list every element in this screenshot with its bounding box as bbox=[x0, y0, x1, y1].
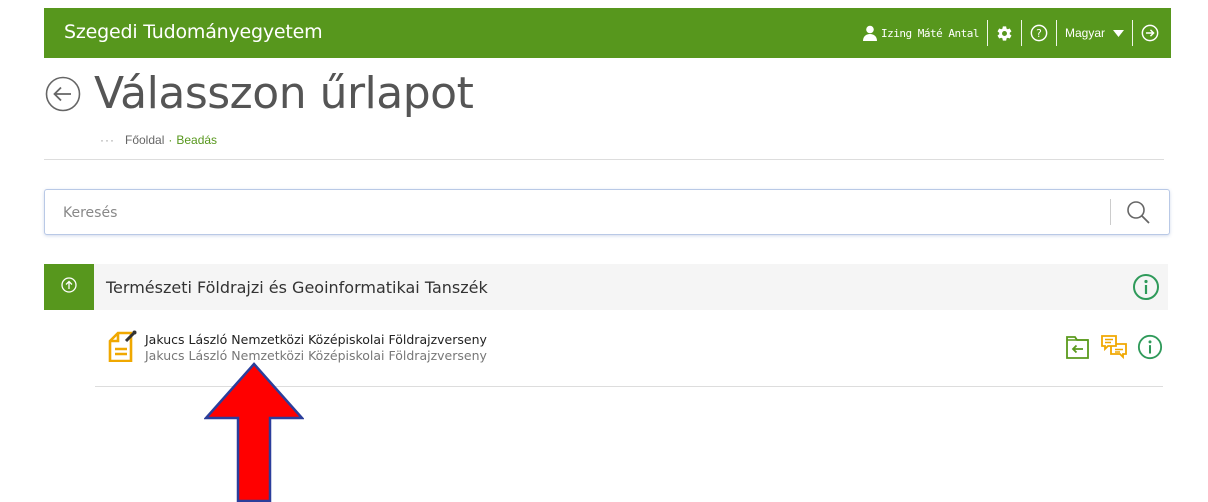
search-box bbox=[44, 189, 1170, 235]
form-actions bbox=[1055, 334, 1163, 360]
form-icon bbox=[107, 330, 137, 363]
form-title[interactable]: Jakucs László Nemzetközi Középiskolai Fö… bbox=[145, 332, 487, 347]
language-label: Magyar bbox=[1064, 26, 1105, 40]
divider bbox=[44, 159, 1164, 160]
divider bbox=[986, 20, 988, 46]
divider bbox=[1020, 20, 1022, 46]
info-icon[interactable] bbox=[1132, 273, 1160, 301]
user-name: Izing Máté Antal bbox=[881, 26, 979, 40]
top-bar: Szegedi Tudományegyetem Izing Máté Antal… bbox=[44, 8, 1171, 58]
user-icon bbox=[863, 25, 878, 41]
annotation-arrow bbox=[204, 362, 304, 502]
info-icon[interactable] bbox=[1137, 334, 1163, 360]
collapse-toggle[interactable] bbox=[44, 264, 94, 310]
brand-name[interactable]: Szegedi Tudományegyetem bbox=[64, 21, 323, 43]
department-row: Természeti Földrajzi és Geoinformatikai … bbox=[44, 264, 1168, 310]
page-title: Válasszon űrlapot bbox=[94, 68, 474, 119]
divider bbox=[1055, 20, 1057, 46]
submit-folder-icon[interactable] bbox=[1065, 334, 1091, 360]
divider bbox=[1132, 20, 1133, 46]
chevron-down-icon bbox=[1113, 29, 1124, 37]
back-arrow-icon[interactable] bbox=[44, 75, 82, 113]
breadcrumb-separator: · bbox=[168, 133, 173, 147]
user-menu[interactable]: Izing Máté Antal bbox=[863, 25, 979, 41]
logout-button[interactable] bbox=[1141, 24, 1159, 42]
search-icon[interactable] bbox=[1125, 199, 1151, 225]
breadcrumb-more[interactable]: ··· bbox=[100, 133, 115, 147]
form-subtitle: Jakucs László Nemzetközi Középiskolai Fö… bbox=[145, 348, 487, 363]
gear-icon bbox=[996, 25, 1013, 42]
breadcrumb-current: Beadás bbox=[176, 133, 218, 147]
help-button[interactable]: ? bbox=[1030, 24, 1048, 42]
divider bbox=[1110, 199, 1111, 225]
department-name: Természeti Földrajzi és Geoinformatikai … bbox=[106, 278, 488, 297]
language-select[interactable]: Magyar bbox=[1065, 26, 1124, 40]
search-input[interactable] bbox=[61, 200, 1095, 226]
top-bar-right: Izing Máté Antal ? Magyar bbox=[863, 19, 1159, 47]
arrow-up-icon bbox=[61, 276, 77, 298]
logout-icon bbox=[1141, 24, 1159, 42]
svg-text:?: ? bbox=[1036, 27, 1042, 40]
breadcrumb-home[interactable]: Főoldal bbox=[125, 133, 164, 147]
title-row: Válasszon űrlapot bbox=[44, 68, 474, 119]
help-icon: ? bbox=[1030, 24, 1048, 42]
messages-icon[interactable] bbox=[1101, 334, 1127, 360]
settings-button[interactable] bbox=[996, 25, 1013, 42]
breadcrumb: ··· Főoldal · Beadás bbox=[100, 133, 217, 147]
